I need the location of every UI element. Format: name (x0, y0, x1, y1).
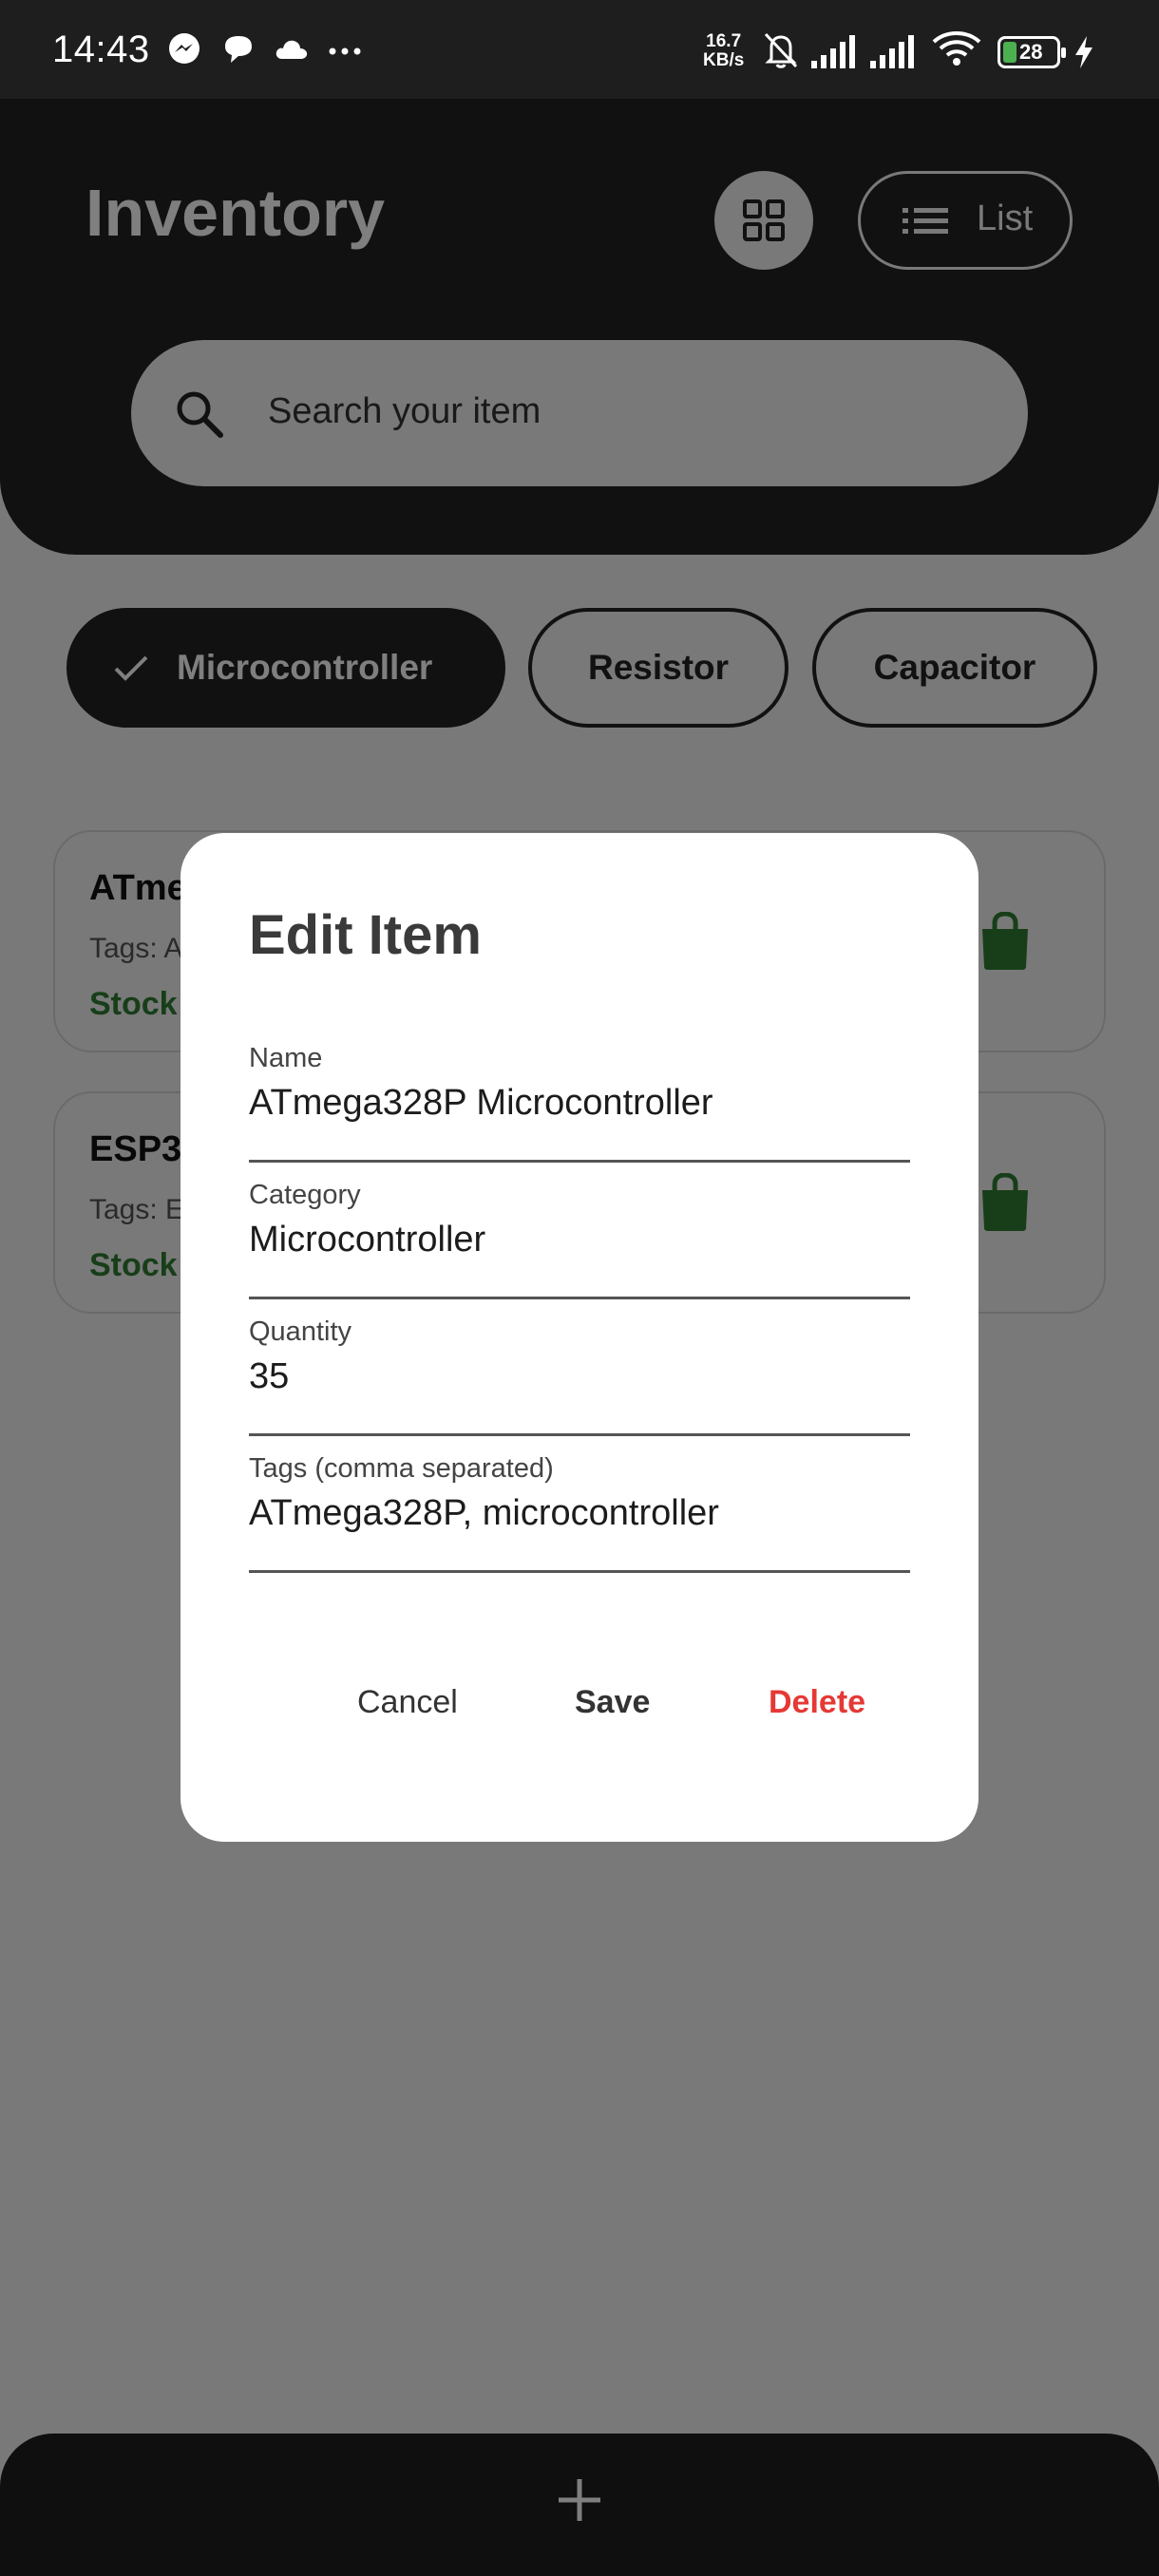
signal-icon (811, 35, 855, 68)
quantity-input[interactable]: 35 (249, 1356, 289, 1397)
category-input[interactable]: Microcontroller (249, 1220, 485, 1260)
tags-input[interactable]: ATmega328P, microcontroller (249, 1493, 719, 1534)
edit-item-dialog: Edit Item Name ATmega328P Microcontrolle… (180, 833, 978, 1842)
more-dots-icon (329, 47, 361, 55)
field-label: Category (249, 1180, 361, 1210)
field-label: Quantity (249, 1316, 352, 1347)
cloud-icon (276, 40, 308, 59)
chat-icon (225, 36, 252, 63)
dialog-title: Edit Item (249, 904, 482, 966)
field-label: Name (249, 1043, 323, 1073)
bell-off-icon (764, 32, 798, 68)
delete-button[interactable]: Delete (769, 1684, 865, 1721)
field-label: Tags (comma separated) (249, 1453, 554, 1484)
messenger-icon (169, 33, 200, 64)
battery-level: 28 (1019, 40, 1043, 64)
signal-icon (870, 35, 914, 68)
network-speed: 16.7 KB/s (703, 32, 744, 70)
speed-unit: KB/s (703, 50, 745, 70)
battery-icon: 28 (998, 36, 1066, 68)
save-button[interactable]: Save (575, 1684, 650, 1721)
quantity-field[interactable]: Quantity 35 (249, 1299, 910, 1436)
status-time: 14:43 (52, 28, 150, 70)
cancel-button[interactable]: Cancel (357, 1684, 458, 1721)
name-field[interactable]: Name ATmega328P Microcontroller (249, 1026, 910, 1163)
tags-field[interactable]: Tags (comma separated) ATmega328P, micro… (249, 1436, 910, 1573)
name-input[interactable]: ATmega328P Microcontroller (249, 1083, 713, 1124)
charging-icon (1075, 36, 1092, 68)
wifi-icon (932, 31, 981, 66)
status-bar: 14:43 16.7 KB/s 28 (0, 0, 1159, 99)
category-field[interactable]: Category Microcontroller (249, 1163, 910, 1299)
speed-value: 16.7 (706, 31, 742, 51)
